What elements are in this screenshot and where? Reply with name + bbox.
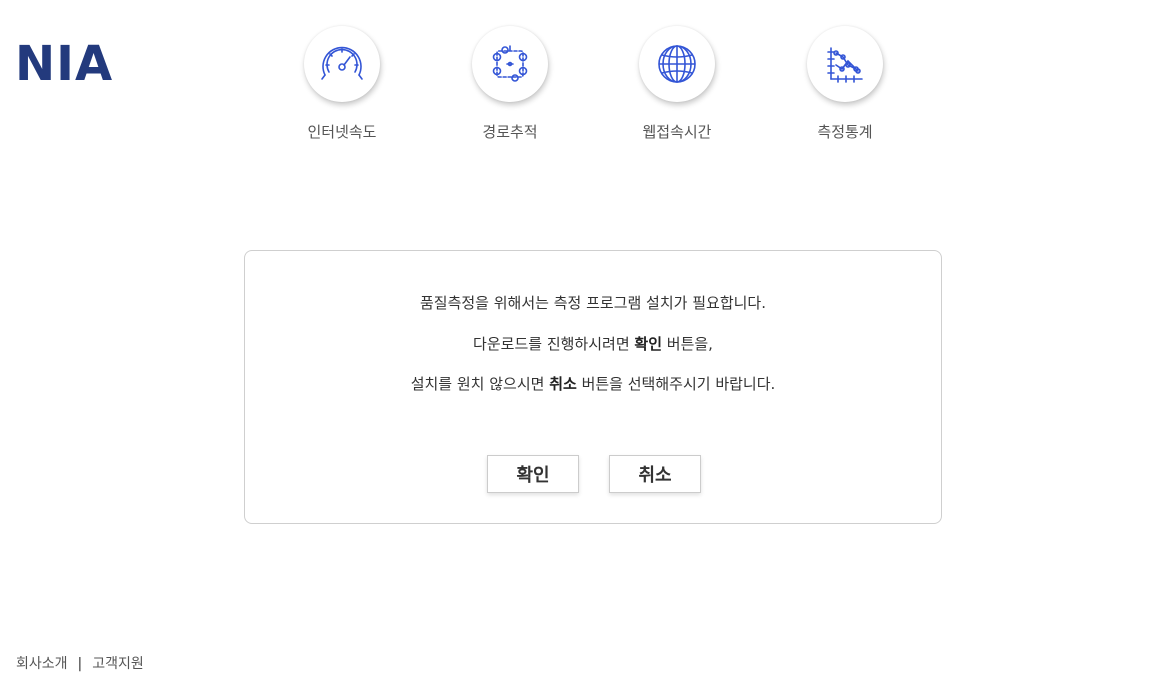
line2-suffix: 버튼을, [662, 335, 713, 353]
nav-label: 측정통계 [817, 123, 873, 141]
footer-link-company-intro[interactable]: 회사소개 [16, 654, 68, 674]
dialog-message-line2: 다운로드를 진행하시려면 확인 버튼을, [245, 334, 941, 354]
dialog-message-line3: 설치를 원치 않으시면 취소 버튼을 선택해주시기 바랍니다. [245, 374, 941, 394]
line2-bold: 확인 [634, 335, 662, 353]
statistics-chart-icon [827, 47, 863, 83]
line3-prefix: 설치를 원치 않으시면 [410, 375, 550, 393]
dialog-message-line1: 품질측정을 위해서는 측정 프로그램 설치가 필요합니다. [419, 294, 766, 312]
globe-icon [658, 45, 696, 83]
nav-label: 웹접속시간 [642, 123, 712, 141]
nav-item-internet-speed[interactable]: 인터넷속도 [272, 26, 412, 142]
nav-circle [807, 26, 883, 102]
page: NIA 인터넷속도 경로추적 웹접속시간 측정통계 품질측정을 위해서는 측정 … [0, 0, 1164, 696]
footer-link-customer-support[interactable]: 고객지원 [92, 654, 144, 674]
confirm-button[interactable]: 확인 [487, 455, 579, 493]
install-dialog: 품질측정을 위해서는 측정 프로그램 설치가 필요합니다. 다운로드를 진행하시… [244, 250, 942, 524]
nav-item-measurement-statistics[interactable]: 측정통계 [775, 26, 915, 142]
cancel-button[interactable]: 취소 [609, 455, 701, 493]
route-trace-icon [492, 45, 528, 82]
line2-prefix: 다운로드를 진행하시려면 [473, 335, 635, 353]
footer: 회사소개 | 고객지원 [16, 654, 144, 674]
nav-item-route-trace[interactable]: 경로추적 [440, 26, 580, 142]
nav-circle [472, 26, 548, 102]
line3-bold: 취소 [549, 375, 577, 393]
nav-label: 인터넷속도 [307, 123, 377, 141]
nav-circle [639, 26, 715, 102]
nav-circle [304, 26, 380, 102]
nia-logo[interactable]: NIA [15, 38, 113, 90]
nav-item-web-access-time[interactable]: 웹접속시간 [607, 26, 747, 142]
speedometer-icon [321, 46, 363, 80]
footer-separator: | [77, 656, 83, 672]
nav-label: 경로추적 [482, 123, 538, 141]
line3-suffix: 버튼을 선택해주시기 바랍니다. [576, 375, 776, 393]
